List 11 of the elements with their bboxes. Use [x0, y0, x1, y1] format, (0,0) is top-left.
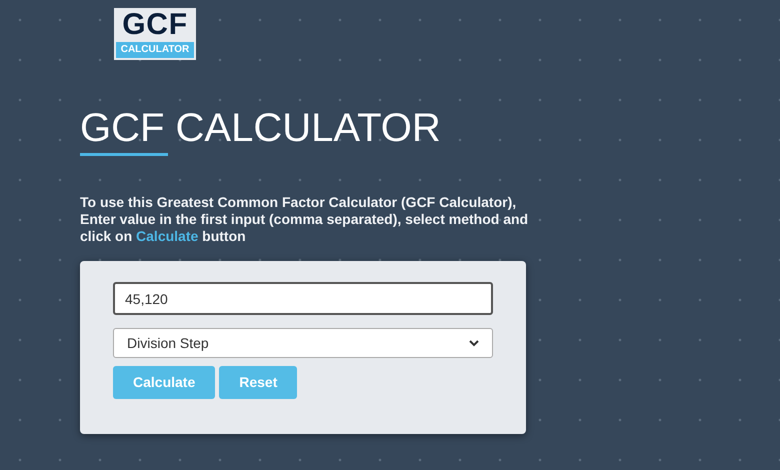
- page-title: GCF CALCULATOR: [80, 105, 441, 152]
- select-value: Division Step: [127, 334, 209, 353]
- intro-text: To use this Greatest Common Factor Calculator (GCF Calculator), Enter value in the first input (comma separated), select method and click on Calculate button: [80, 194, 530, 245]
- logo-text: CALCULATOR: [116, 42, 194, 58]
- calculate-button[interactable]: Calculate: [113, 366, 216, 399]
- logo-text: GCF: [122, 8, 188, 42]
- reset-button[interactable]: Reset: [219, 366, 298, 399]
- numbers-input[interactable]: 45,120: [113, 282, 493, 315]
- method-select[interactable]: Division Step: [113, 328, 493, 358]
- chevron-down-icon: [469, 340, 479, 346]
- calculate-link[interactable]: Calculate: [136, 228, 198, 244]
